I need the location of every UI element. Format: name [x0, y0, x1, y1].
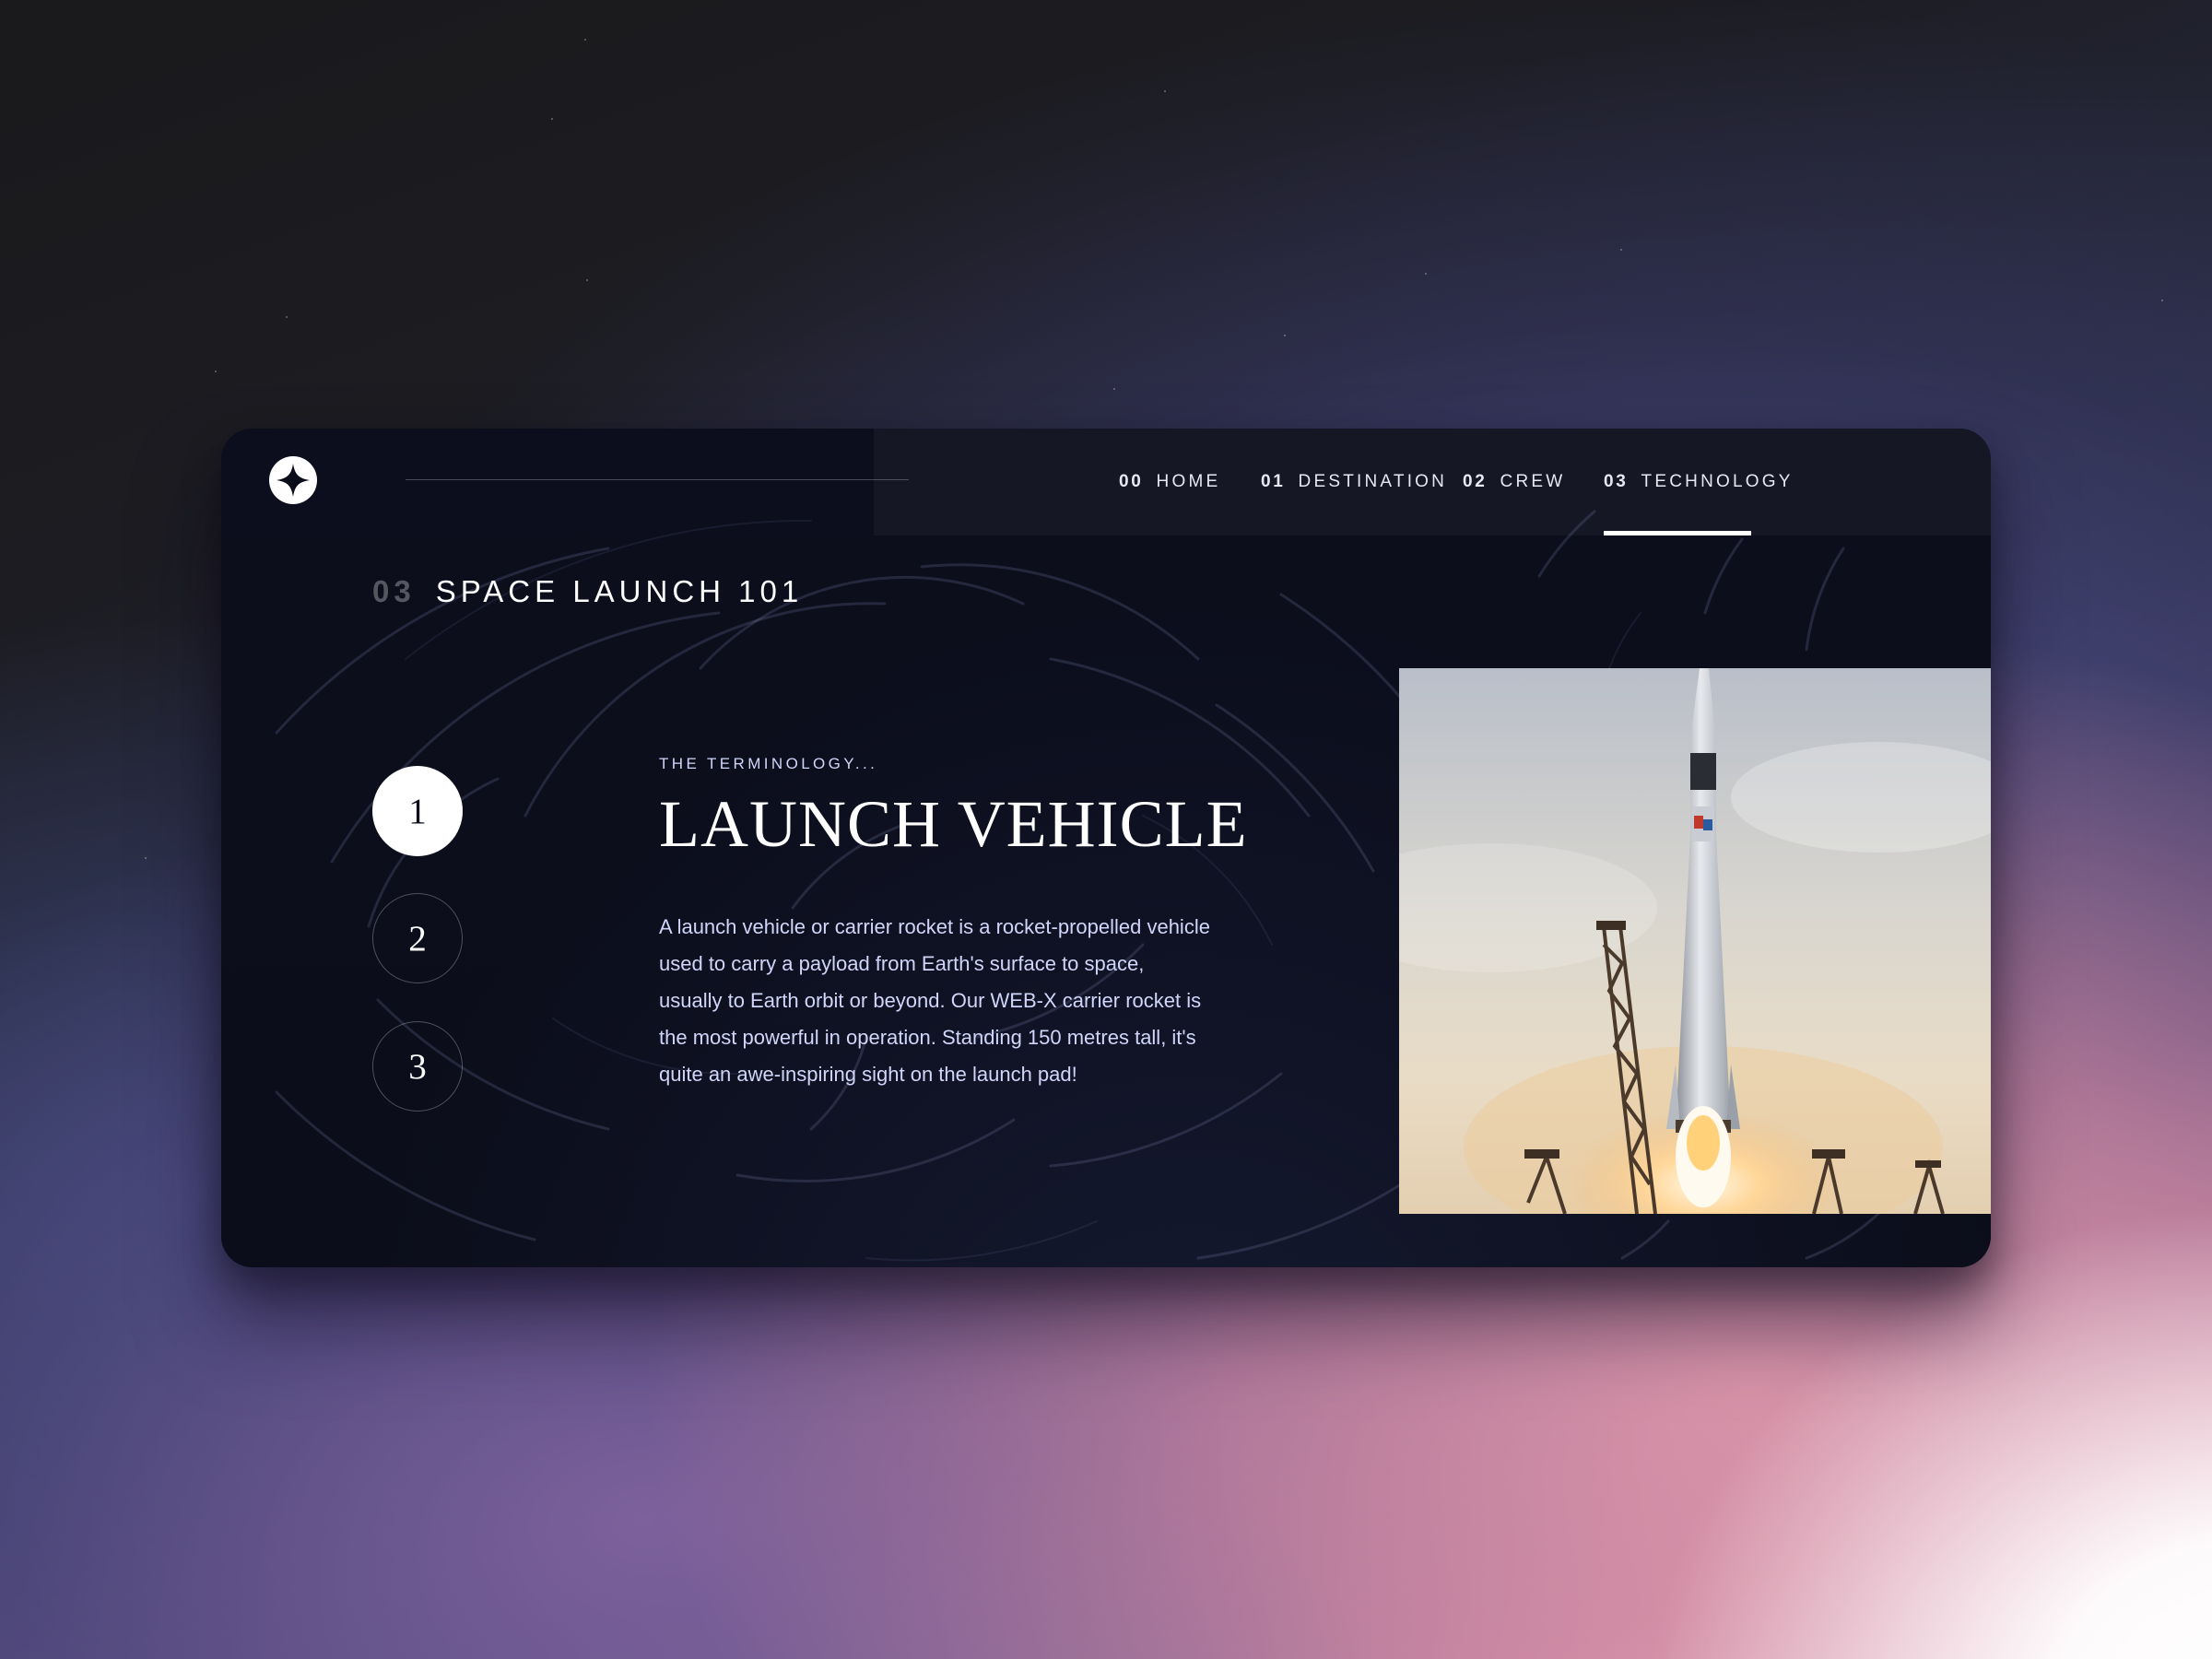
nav-item-label: DESTINATION [1298, 472, 1448, 491]
page-title-number: 03 [372, 574, 416, 608]
technology-title: LAUNCH VEHICLE [659, 787, 1248, 861]
technology-description: A launch vehicle or carrier rocket is a … [659, 915, 1210, 1086]
main-card: 00 HOME 01 DESTINATION 02 CREW 03 TECHNO… [221, 429, 1991, 1267]
nav-item-number: 00 [1119, 472, 1144, 491]
top-navigation-bar: 00 HOME 01 DESTINATION 02 CREW 03 TECHNO… [221, 429, 1991, 535]
nav-item-crew[interactable]: 02 CREW [1463, 429, 1565, 535]
nav-item-label: HOME [1156, 472, 1221, 491]
nav-divider-line [406, 479, 909, 480]
launch-vehicle-image [1399, 668, 1991, 1214]
nav-active-indicator [1604, 531, 1751, 535]
page-title: 03 SPACE LAUNCH 101 [372, 574, 803, 609]
page-title-label: SPACE LAUNCH 101 [435, 574, 804, 608]
nav-item-label: CREW [1500, 472, 1566, 491]
terminology-subheading: THE TERMINOLOGY... [659, 755, 878, 772]
nav-item-home[interactable]: 00 HOME [1119, 429, 1220, 535]
step-button-3[interactable]: 3 [372, 1021, 463, 1112]
step-button-1[interactable]: 1 [372, 766, 463, 856]
step-button-2[interactable]: 2 [372, 893, 463, 983]
nav-item-number: 03 [1604, 472, 1629, 491]
nav-item-technology[interactable]: 03 TECHNOLOGY [1604, 429, 1794, 535]
nav-item-number: 02 [1463, 472, 1488, 491]
four-point-star-logo-icon[interactable] [269, 456, 317, 504]
nav-item-destination[interactable]: 01 DESTINATION [1261, 429, 1447, 535]
nav-item-number: 01 [1261, 472, 1286, 491]
nav-item-label: TECHNOLOGY [1641, 472, 1794, 491]
